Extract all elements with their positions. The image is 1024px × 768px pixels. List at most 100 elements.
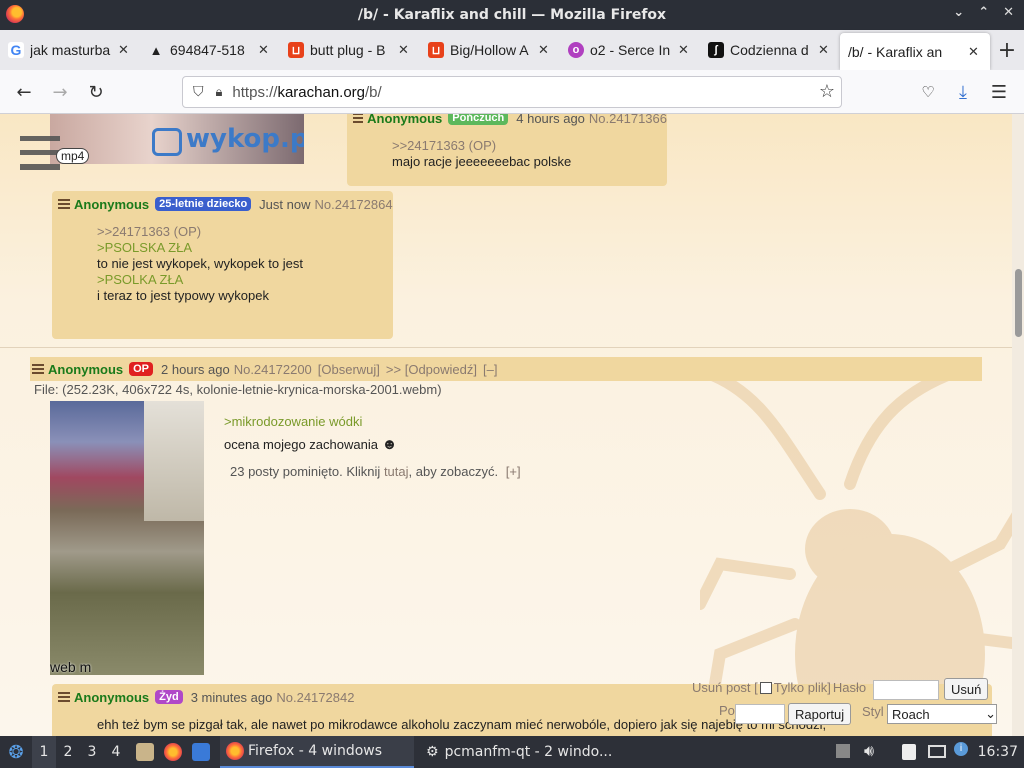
post-body: >>24171363 (OP) majo racje jeeeeeeebac p…	[353, 130, 667, 170]
back-icon[interactable]: ←	[12, 80, 36, 104]
mp4-badge: mp4	[56, 148, 90, 164]
network-icon[interactable]	[928, 745, 946, 758]
workspace-2[interactable]: 2	[56, 744, 80, 760]
delete-button[interactable]: Usuń	[944, 678, 989, 700]
firefox-icon	[226, 742, 244, 760]
minimize-button[interactable]: ⌄	[953, 5, 964, 20]
post-number-link[interactable]: No.24172842	[276, 690, 354, 705]
omitted-text: 23 posty pominięto. Kliknij	[230, 464, 381, 479]
user-badge: Żyd	[155, 690, 183, 704]
clipboard-icon[interactable]	[902, 744, 916, 760]
workspace-4[interactable]: 4	[104, 744, 128, 760]
clock[interactable]: 16:37	[978, 744, 1018, 760]
op-video-thumbnail[interactable]: web m	[50, 401, 204, 675]
tab-3[interactable]: ⊔ butt plug - B ✕	[280, 30, 420, 70]
forward-icon[interactable]: →	[48, 80, 72, 104]
menu-icon[interactable]: ☰	[987, 80, 1011, 104]
only-file-checkbox[interactable]	[759, 681, 772, 694]
post-number-link[interactable]: No.24172864	[314, 197, 392, 212]
close-tab-icon[interactable]: ✕	[398, 42, 412, 58]
post-time: 2 hours ago	[161, 361, 230, 377]
quote-link[interactable]: >>24171363 (OP)	[97, 224, 393, 240]
post-text: to nie jest wykopek, wykopek to jest	[97, 256, 303, 271]
hamburger-overlay-icon[interactable]	[20, 136, 60, 170]
omitted-text-end: , aby zobaczyć.	[408, 464, 499, 479]
watch-thread-link[interactable]: [Obserwuj]	[318, 362, 380, 377]
lock-icon[interactable]: 🔒︎	[216, 85, 223, 100]
style-label: Styl	[862, 704, 884, 719]
pocket-icon[interactable]: ♡	[916, 80, 940, 104]
post-text: majo racje jeeeeeeebac polske	[392, 154, 572, 169]
bookmark-star-icon[interactable]: ☆	[819, 81, 835, 102]
close-tab-icon[interactable]: ✕	[118, 42, 132, 58]
post-menu-icon[interactable]	[58, 199, 70, 209]
post-menu-icon[interactable]	[58, 692, 70, 702]
tab-title: Big/Hollow A	[450, 42, 529, 58]
taskbar: ❂ 1 2 3 4 Firefox - 4 windows ⚙ pcmanfm-…	[0, 736, 1024, 768]
user-badge: Pończuch	[448, 114, 509, 125]
close-tab-icon[interactable]: ✕	[818, 42, 832, 58]
tab-1[interactable]: G jak masturba ✕	[0, 30, 140, 70]
task-label: pcmanfm-qt - 2 windo...	[444, 744, 613, 760]
chevron-down-icon: ⌄	[985, 706, 996, 721]
post-time: 3 minutes ago	[190, 689, 273, 705]
show-omitted-link[interactable]: tutaj	[384, 464, 409, 479]
collapse-thread-link[interactable]: [–]	[483, 362, 497, 377]
password-input[interactable]	[873, 680, 939, 700]
delete-post-label: Usuń post [	[692, 680, 758, 695]
tab-5[interactable]: o o2 - Serce In ✕	[560, 30, 700, 70]
tab-title: Codzienna d	[730, 42, 809, 58]
tab-6[interactable]: ʃ Codzienna d ✕	[700, 30, 840, 70]
firefox-launcher-icon[interactable]	[164, 743, 182, 761]
expand-thread-link[interactable]: [+]	[506, 464, 521, 479]
post-number-link[interactable]: No.24171366	[589, 114, 667, 126]
close-tab-icon[interactable]: ✕	[258, 42, 272, 58]
workspace-1[interactable]: 1	[32, 736, 56, 768]
task-pcmanfm[interactable]: ⚙ pcmanfm-qt - 2 windo...	[420, 736, 620, 768]
tab-title: o2 - Serce In	[590, 42, 671, 58]
scrollbar-thumb[interactable]	[1015, 269, 1022, 337]
post-text: ocena mojego zachowania ☻	[224, 433, 397, 456]
new-tab-button[interactable]: +	[990, 30, 1024, 70]
post-menu-icon[interactable]	[32, 364, 44, 374]
tray-window-icon[interactable]	[836, 744, 850, 758]
close-tab-icon[interactable]: ✕	[678, 42, 692, 58]
poster-name: Anonymous	[48, 361, 124, 377]
update-info-icon[interactable]: i	[954, 742, 968, 756]
close-tab-icon[interactable]: ✕	[968, 44, 982, 60]
volume-icon[interactable]: 🔊︎	[864, 741, 874, 761]
app-launcher-icon[interactable]: ❂	[0, 742, 32, 763]
post-header: Anonymous Pończuch 4 hours ago No.241713…	[353, 114, 667, 130]
window-titlebar: /b/ - Karaflix and chill — Mozilla Firef…	[0, 0, 1024, 30]
greentext: >PSOLKA ZŁA	[97, 272, 184, 287]
desktop: /b/ - Karaflix and chill — Mozilla Firef…	[0, 0, 1024, 768]
tab-4[interactable]: ⊔ Big/Hollow A ✕	[420, 30, 560, 70]
quote-link[interactable]: >>24171363 (OP)	[392, 138, 667, 154]
reload-icon[interactable]: ↻	[84, 80, 108, 104]
thumbnail-wall	[144, 401, 204, 521]
desktop-icon[interactable]	[192, 743, 210, 761]
url-text[interactable]: https://karachan.org/b/	[232, 84, 381, 101]
tab-title: butt plug - B	[310, 42, 386, 58]
style-select[interactable]: Roach ⌄	[887, 704, 997, 724]
reply-link[interactable]: >> [Odpowiedź]	[386, 362, 477, 377]
tab-7-active[interactable]: /b/ - Karaflix an ✕	[840, 33, 990, 70]
wykop-logo-text: wykop.pl	[186, 124, 304, 154]
reason-input[interactable]	[735, 704, 785, 724]
shield-icon[interactable]: ⛉	[193, 84, 204, 100]
file-manager-icon[interactable]	[136, 743, 154, 761]
close-tab-icon[interactable]: ✕	[538, 42, 552, 58]
task-firefox[interactable]: Firefox - 4 windows	[220, 736, 414, 768]
post-number-link[interactable]: No.24172200	[234, 362, 312, 377]
gear-icon: ⚙	[426, 744, 439, 760]
tab-2[interactable]: ▲ 694847-518 ✕	[140, 30, 280, 70]
downloads-icon[interactable]: ⤓	[951, 80, 975, 104]
workspace-3[interactable]: 3	[80, 744, 104, 760]
maximize-button[interactable]: ⌃	[978, 5, 989, 20]
url-bar[interactable]: ⛉ 🔒︎ https://karachan.org/b/ ☆	[182, 76, 842, 108]
poster-name: Anonymous	[367, 114, 443, 126]
page-scrollbar[interactable]	[1012, 114, 1024, 736]
close-window-button[interactable]: ✕	[1003, 5, 1014, 20]
report-button[interactable]: Raportuj	[788, 703, 852, 725]
post-menu-icon[interactable]	[353, 114, 364, 123]
